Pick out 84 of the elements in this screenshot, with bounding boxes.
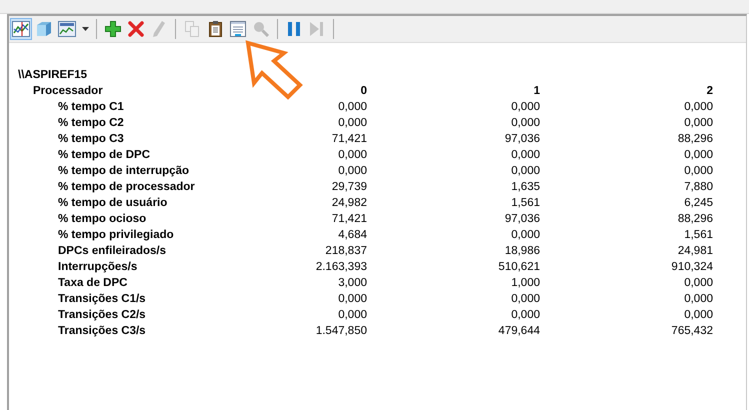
counter-value: 7,880	[683, 180, 713, 195]
counter-value: 0,000	[337, 308, 367, 323]
counter-value: 0,000	[683, 276, 713, 291]
bar-chart-button[interactable]	[56, 18, 78, 40]
add-icon	[105, 21, 121, 37]
counter-value: 4,684	[337, 228, 367, 243]
counter-value: 0,000	[337, 100, 367, 115]
counter-value: 479,644	[497, 324, 540, 339]
pause-icon	[287, 21, 301, 37]
counter-value: 88,296	[676, 132, 713, 147]
counter-value: 0,000	[683, 292, 713, 307]
instance-header: 2	[706, 84, 713, 99]
counter-value: 88,296	[676, 212, 713, 227]
counter-value: 0,000	[510, 292, 540, 307]
counter-name: % tempo C2	[57, 116, 125, 131]
counter-value: 97,036	[504, 132, 540, 147]
line-chart-button[interactable]	[10, 18, 32, 40]
counter-name: Transições C1/s	[57, 292, 147, 307]
counter-value: 510,621	[497, 260, 540, 275]
pencil-icon	[153, 21, 165, 37]
counter-name: Interrupções/s	[57, 260, 138, 275]
counter-value: 0,000	[337, 148, 367, 163]
properties-button[interactable]	[227, 18, 249, 40]
copy-icon	[185, 21, 199, 37]
properties-icon	[230, 21, 246, 37]
counter-value: 0,000	[510, 116, 540, 131]
counter-name: % tempo de usuário	[57, 196, 168, 211]
bar-chart-icon	[58, 21, 76, 37]
counter-value: 97,036	[504, 212, 540, 227]
add-button[interactable]	[102, 18, 124, 40]
counter-name: % tempo C1	[57, 100, 125, 115]
counter-value: 218,837	[324, 244, 367, 259]
counter-value: 29,739	[330, 180, 367, 195]
counter-value: 24,981	[676, 244, 713, 259]
counter-name: % tempo C3	[57, 132, 125, 147]
counter-value: 2.163,393	[314, 260, 367, 275]
object-name: Processador	[32, 84, 104, 99]
counter-value: 0,000	[337, 164, 367, 179]
computer-name: \\ASPIREF15	[18, 68, 88, 83]
counter-value: 1.547,850	[314, 324, 367, 339]
step-icon	[310, 21, 324, 37]
counter-value: 6,245	[683, 196, 713, 211]
counter-value: 0,000	[510, 164, 540, 179]
counter-value: 24,982	[330, 196, 367, 211]
counter-name: % tempo ocioso	[57, 212, 148, 227]
counter-name: DPCs enfileirados/s	[57, 244, 168, 259]
counter-value: 765,432	[670, 324, 713, 339]
instance-header: 1	[532, 84, 540, 99]
pointer-arrow-annotation	[244, 39, 304, 101]
search-icon	[253, 21, 269, 37]
counter-value: 0,000	[337, 292, 367, 307]
delete-icon	[128, 21, 144, 37]
counter-value: 18,986	[504, 244, 540, 259]
counter-value: 0,000	[683, 308, 713, 323]
caret-icon	[82, 27, 88, 31]
counter-value: 0,000	[337, 116, 367, 131]
counter-value: 1,000	[510, 276, 540, 291]
counter-value: 0,000	[683, 148, 713, 163]
counter-value: 910,324	[670, 260, 713, 275]
counter-value: 0,000	[510, 308, 540, 323]
counter-name: % tempo de processador	[57, 180, 196, 195]
counter-value: 0,000	[510, 100, 540, 115]
counter-value: 0,000	[510, 228, 540, 243]
cube-icon	[35, 21, 53, 37]
counter-name: % tempo de interrupção	[57, 164, 190, 179]
counter-value: 3,000	[337, 276, 367, 291]
counter-name: Transições C2/s	[57, 308, 147, 323]
counter-name: % tempo de DPC	[57, 148, 152, 163]
counter-value: 0,000	[683, 164, 713, 179]
counter-name: Taxa de DPC	[57, 276, 128, 291]
counter-name: % tempo privilegiado	[57, 228, 175, 243]
counter-value: 0,000	[683, 116, 713, 131]
counter-value: 71,421	[330, 212, 367, 227]
counter-value: 71,421	[330, 132, 367, 147]
delete-button[interactable]	[125, 18, 147, 40]
line-chart-icon	[12, 21, 30, 37]
counter-value: 1,635	[510, 180, 540, 195]
counter-name: Transições C3/s	[57, 324, 147, 339]
instance-header: 0	[360, 84, 367, 99]
counter-value: 1,561	[683, 228, 713, 243]
counter-value: 0,000	[683, 100, 713, 115]
counter-value: 1,561	[510, 196, 540, 211]
clipboard-icon	[208, 21, 222, 37]
counter-value: 0,000	[510, 148, 540, 163]
